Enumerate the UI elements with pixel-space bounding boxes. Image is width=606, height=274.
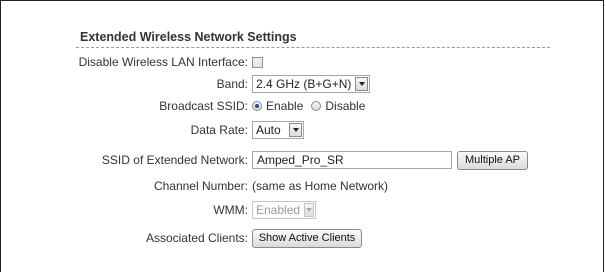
data-rate-selected-value: Auto [256,123,281,137]
broadcast-ssid-enable-radio[interactable] [252,101,262,111]
band-select[interactable]: 2.4 GHz (B+G+N) [252,75,371,93]
wmm-selected-value: Enabled [256,203,301,217]
broadcast-ssid-disable-label[interactable]: Disable [325,96,365,116]
band-selected-value: 2.4 GHz (B+G+N) [256,77,352,91]
data-rate-select[interactable]: Auto [252,121,304,139]
show-active-clients-button[interactable]: Show Active Clients [252,228,362,248]
broadcast-ssid-enable-label[interactable]: Enable [266,96,303,116]
ssid-label: SSID of Extended Network: [101,153,248,167]
chevron-down-icon [289,123,302,137]
chevron-down-icon [304,203,314,217]
channel-label: Channel Number: [153,179,248,193]
row-band: Band: 2.4 GHz (B+G+N) [76,74,550,94]
disable-wlan-label: Disable Wireless LAN Interface: [78,55,248,69]
channel-value: (same as Home Network) [252,179,389,193]
broadcast-ssid-label: Broadcast SSID: [159,99,248,113]
wmm-label: WMM: [213,203,248,217]
row-disable-wlan: Disable Wireless LAN Interface: [76,52,550,72]
wmm-select: Enabled [252,201,316,219]
multiple-ap-button[interactable]: Multiple AP [457,150,528,170]
chevron-down-icon [355,77,369,91]
settings-panel: Extended Wireless Network Settings Disab… [76,30,550,248]
ssid-input[interactable]: Amped_Pro_SR [252,151,452,169]
section-title: Extended Wireless Network Settings [76,30,550,48]
broadcast-ssid-disable-radio[interactable] [311,101,322,111]
row-associated-clients: Associated Clients: Show Active Clients [76,228,550,248]
row-channel: Channel Number: (same as Home Network) [76,176,550,196]
data-rate-label: Data Rate: [190,123,248,137]
row-broadcast-ssid: Broadcast SSID: Enable Disable [76,96,550,116]
row-wmm: WMM: Enabled [76,200,550,220]
row-ssid: SSID of Extended Network: Amped_Pro_SR M… [76,150,550,170]
disable-wlan-checkbox[interactable] [252,56,263,68]
band-label: Band: [216,77,248,91]
row-data-rate: Data Rate: Auto [76,120,550,140]
associated-clients-label: Associated Clients: [145,231,248,245]
